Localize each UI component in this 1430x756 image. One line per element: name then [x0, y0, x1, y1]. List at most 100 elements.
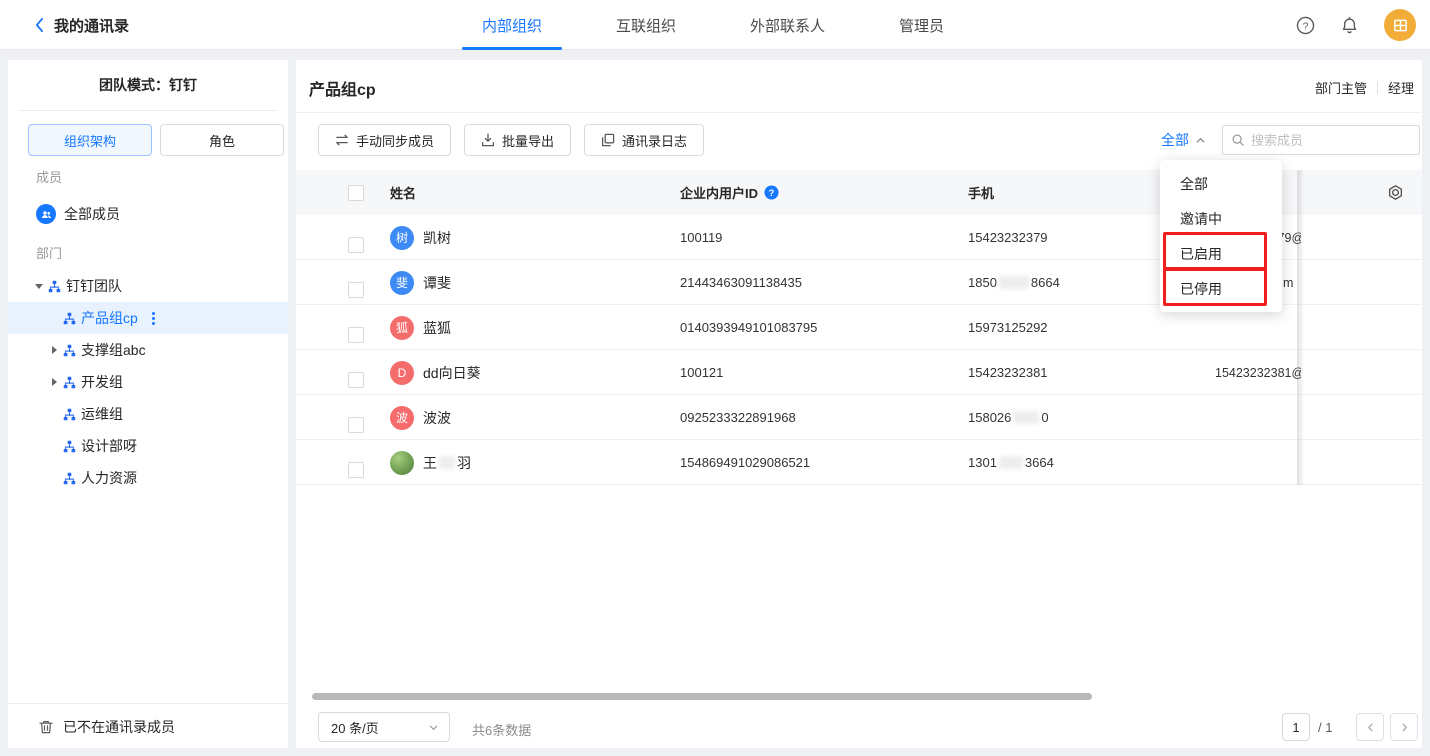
phone-cell: 15423232379	[968, 215, 1048, 260]
email-cell	[1215, 440, 1301, 485]
search-input[interactable]	[1251, 133, 1411, 148]
row-checkbox[interactable]	[348, 417, 364, 433]
caret-placeholder	[48, 472, 60, 484]
member-name: 波波	[423, 408, 451, 428]
bell-icon[interactable]	[1340, 16, 1359, 35]
redacted-text	[999, 276, 1029, 289]
view-button[interactable]: 组织架构	[28, 124, 152, 156]
page-size-value: 20 条/页	[331, 718, 379, 737]
avatar	[390, 451, 414, 475]
sidebar-item-removed-members[interactable]: 已不在通讯录成员	[8, 712, 288, 742]
divider	[8, 703, 288, 704]
dropdown-item[interactable]: 全部	[1160, 166, 1282, 201]
avatar: D	[390, 361, 414, 385]
dropdown-item[interactable]: 已停用	[1160, 271, 1282, 306]
view-switch: 组织架构角色	[28, 124, 284, 156]
removed-members-label: 已不在通讯录成员	[63, 717, 175, 737]
sidebar-tree-item[interactable]: 设计部呀	[8, 430, 288, 462]
tab-item[interactable]: 管理员	[899, 0, 944, 50]
divider	[296, 112, 1422, 113]
avatar: 波	[390, 406, 414, 430]
sidebar-tree-item[interactable]: 产品组cp	[8, 302, 288, 334]
row-checkbox-cell	[348, 305, 364, 350]
topbar: 我的通讯录 内部组织 互联组织 外部联系人 管理员 ?	[0, 0, 1430, 50]
sidebar-tree-item[interactable]: 支撑组abc	[8, 334, 288, 366]
row-checkbox[interactable]	[348, 282, 364, 298]
topbar-tabs: 内部组织 互联组织 外部联系人 管理员	[482, 0, 944, 50]
dropdown-item[interactable]: 邀请中	[1160, 201, 1282, 236]
sidebar-item-all-members[interactable]: 全部成员	[8, 200, 288, 228]
manager-link[interactable]: 经理	[1388, 78, 1414, 97]
user-avatar[interactable]	[1384, 9, 1416, 41]
tab-active[interactable]: 内部组织	[482, 0, 542, 50]
sync-icon	[335, 133, 349, 147]
row-checkbox[interactable]	[348, 462, 364, 478]
back-button[interactable]: 我的通讯录	[34, 0, 129, 50]
sidebar-tree-item[interactable]: 开发组	[8, 366, 288, 398]
table-row: 波波波09252333228919681580260	[296, 395, 1422, 440]
toolbar-button[interactable]: 批量导出	[464, 124, 571, 156]
page-number-input[interactable]	[1282, 713, 1310, 741]
name-cell: 波波波	[390, 395, 451, 440]
redacted-text	[999, 456, 1023, 469]
help-icon[interactable]: ?	[1296, 16, 1315, 35]
chevron-down-icon	[428, 722, 439, 733]
caret-right-icon[interactable]	[48, 344, 60, 356]
user-id-cell: 21443463091138435	[680, 260, 802, 305]
row-checkbox[interactable]	[348, 237, 364, 253]
department-tree: 钉钉团队产品组cp支撑组abc 开发组运维组设计部呀人力资源	[8, 270, 288, 494]
row-checkbox-cell	[348, 395, 364, 440]
toolbar-button-label: 批量导出	[502, 131, 554, 150]
tree-item-label: 钉钉团队	[66, 276, 122, 296]
table-row: 王羽15486949102908652113013664	[296, 440, 1422, 485]
main-panel: 产品组cp 部门主管 经理 手动同步成员批量导出通讯录日志 全部 姓名 企业内用…	[296, 60, 1422, 748]
email-cell: 15423232381@	[1215, 350, 1301, 395]
table-row: Ddd向日葵1001211542323238115423232381@	[296, 350, 1422, 395]
caret-down-icon[interactable]	[33, 280, 45, 292]
member-name: 谭斐	[423, 273, 451, 293]
status-filter[interactable]: 全部	[1161, 125, 1206, 155]
row-checkbox[interactable]	[348, 327, 364, 343]
phone-cell: 1580260	[968, 395, 1049, 440]
row-checkbox-cell	[348, 350, 364, 395]
prev-page-button[interactable]	[1356, 713, 1384, 741]
question-help-icon[interactable]: ?	[764, 185, 779, 200]
caret-up-icon	[1195, 135, 1206, 146]
toolbar-button-label: 通讯录日志	[622, 131, 687, 150]
org-grid-icon	[1393, 18, 1408, 33]
select-all-checkbox[interactable]	[348, 185, 364, 201]
page-size-select[interactable]: 20 条/页	[318, 712, 450, 742]
dropdown-item[interactable]: 已启用	[1160, 236, 1282, 271]
row-checkbox[interactable]	[348, 372, 364, 388]
chevron-left-icon	[34, 17, 45, 33]
dept-manager-link[interactable]: 部门主管	[1315, 78, 1367, 97]
email-text: 15423232381@	[1215, 366, 1301, 380]
tab-item[interactable]: 互联组织	[616, 0, 676, 50]
sidebar-tree-item[interactable]: 钉钉团队	[8, 270, 288, 302]
more-actions-icon[interactable]	[152, 317, 155, 320]
caret-right-icon[interactable]	[48, 376, 60, 388]
phone-cell: 15423232381	[968, 350, 1048, 395]
tree-item-label: 设计部呀	[81, 436, 137, 456]
column-settings-gear-icon[interactable]	[1387, 184, 1404, 201]
log-icon	[601, 133, 615, 147]
topbar-actions: ?	[1296, 0, 1416, 50]
name-cell: Ddd向日葵	[390, 350, 481, 395]
search-box	[1222, 125, 1420, 155]
row-checkbox-cell	[348, 440, 364, 485]
sidebar-tree-item[interactable]: 运维组	[8, 398, 288, 430]
toolbar-button[interactable]: 手动同步成员	[318, 124, 451, 156]
toolbar-button[interactable]: 通讯录日志	[584, 124, 704, 156]
column-header-name: 姓名	[390, 170, 416, 215]
redacted-text	[1013, 411, 1039, 424]
total-count-label: 共6条数据	[472, 720, 531, 739]
horizontal-scrollbar-thumb[interactable]	[312, 693, 1092, 700]
toolbar: 手动同步成员 批量导出 通讯录日志	[318, 124, 704, 156]
sidebar-tree-item[interactable]: 人力资源	[8, 462, 288, 494]
column-header-user-id: 企业内用户ID ?	[680, 170, 779, 215]
tab-item[interactable]: 外部联系人	[750, 0, 825, 50]
view-button[interactable]: 角色	[160, 124, 284, 156]
divider	[18, 110, 278, 111]
tree-item-label: 开发组	[81, 372, 123, 392]
next-page-button[interactable]	[1390, 713, 1418, 741]
